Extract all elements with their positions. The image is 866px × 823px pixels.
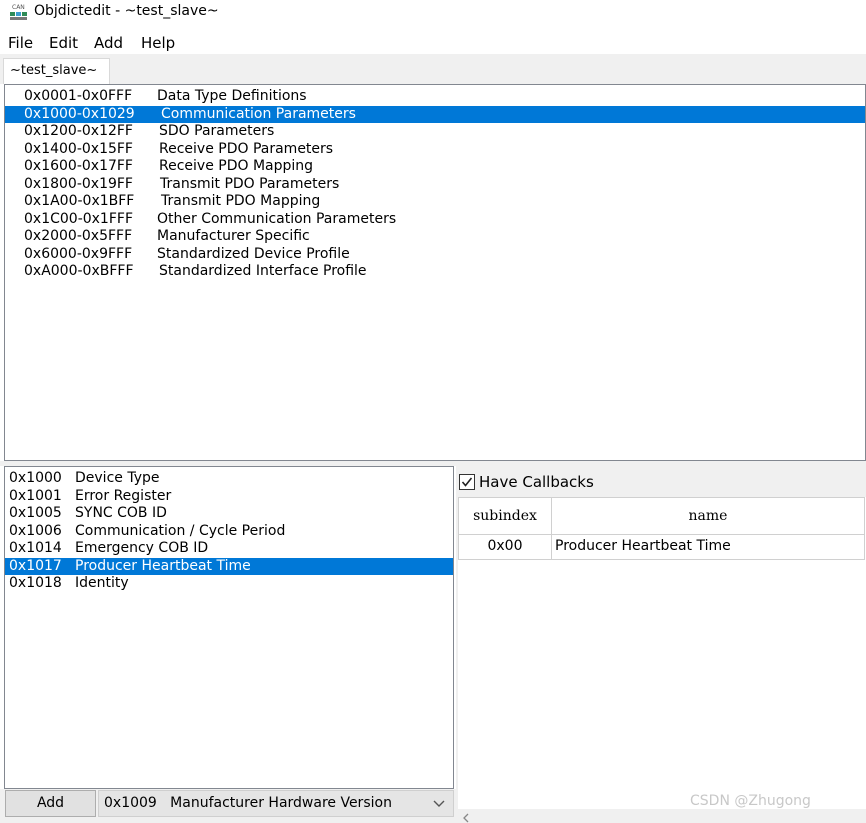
range-row[interactable]: 0xA000-0xBFFF Standardized Interface Pro… xyxy=(5,263,865,281)
range-row[interactable]: 0x0001-0x0FFF Data Type Definitions xyxy=(5,88,865,106)
range-id: 0x0001-0x0FFF xyxy=(24,88,133,104)
range-name: Manufacturer Specific xyxy=(157,228,310,244)
table-row[interactable]: 0x00 Producer Heartbeat Time xyxy=(458,535,866,560)
index-name: Device Type xyxy=(75,470,160,486)
index-name: Error Register xyxy=(75,487,172,504)
range-name: Transmit PDO Mapping xyxy=(161,193,321,209)
index-id: 0x1001 xyxy=(9,487,62,504)
range-id: 0x6000-0x9FFF xyxy=(24,245,133,262)
range-name: Standardized Device Profile xyxy=(157,245,350,262)
have-callbacks-label: Have Callbacks xyxy=(479,473,594,491)
index-row-selected[interactable]: 0x1017 Producer Heartbeat Time xyxy=(5,557,453,575)
index-range-list[interactable]: 0x0001-0x0FFF Data Type Definitions 0x10… xyxy=(4,84,866,461)
index-id: 0x1006 xyxy=(9,522,62,539)
range-row[interactable]: 0x1A00-0x1BFF Transmit PDO Mapping xyxy=(5,193,865,211)
tab-test-slave[interactable]: ~test_slave~ xyxy=(3,58,110,84)
column-header-name[interactable]: name xyxy=(551,497,865,535)
add-index-bar: Add 0x1009 Manufacturer Hardware Version xyxy=(0,789,456,823)
menu-add[interactable]: Add xyxy=(94,34,123,52)
range-id: 0x1200-0x12FF xyxy=(24,123,133,139)
index-name: Communication / Cycle Period xyxy=(75,522,286,539)
menu-help[interactable]: Help xyxy=(141,34,175,52)
range-id: 0x1800-0x19FF xyxy=(24,175,133,192)
index-id: 0x1017 xyxy=(9,557,62,574)
range-name: Receive PDO Parameters xyxy=(159,140,334,157)
range-name: Communication Parameters xyxy=(161,105,356,122)
horizontal-scrollbar[interactable] xyxy=(458,809,866,823)
combo-value: 0x1009 Manufacturer Hardware Version xyxy=(104,795,392,811)
range-id: 0x1400-0x15FF xyxy=(24,140,133,157)
grid-header: subindex name xyxy=(458,497,866,535)
title-bar: CAN Objdictedit - ~test_slave~ xyxy=(0,0,866,28)
chevron-down-icon[interactable] xyxy=(433,791,445,816)
range-row[interactable]: 0x1C00-0x1FFF Other Communication Parame… xyxy=(5,211,865,229)
scroll-left-icon[interactable] xyxy=(462,811,470,823)
range-name: Transmit PDO Parameters xyxy=(160,175,340,192)
range-id: 0x1000-0x1029 xyxy=(24,105,135,122)
index-row[interactable]: 0x1006 Communication / Cycle Period xyxy=(5,523,453,541)
index-row[interactable]: 0x1005 SYNC COB ID xyxy=(5,505,453,523)
index-list[interactable]: 0x1000 Device Type 0x1001 Error Register… xyxy=(4,466,454,789)
range-name: Other Communication Parameters xyxy=(157,210,397,227)
range-row[interactable]: 0x2000-0x5FFF Manufacturer Specific xyxy=(5,228,865,246)
menu-file[interactable]: File xyxy=(8,34,33,52)
range-name: Standardized Interface Profile xyxy=(159,263,367,279)
index-name: Producer Heartbeat Time xyxy=(75,557,251,574)
index-row[interactable]: 0x1014 Emergency COB ID xyxy=(5,540,453,558)
range-row[interactable]: 0x6000-0x9FFF Standardized Device Profil… xyxy=(5,246,865,264)
column-header-subindex[interactable]: subindex xyxy=(458,497,552,535)
add-button[interactable]: Add xyxy=(5,790,96,817)
index-id: 0x1014 xyxy=(9,540,62,556)
watermark: CSDN @Zhugong xyxy=(690,793,811,809)
range-id: 0x1600-0x17FF xyxy=(24,158,133,174)
menu-bar: File Edit Add Help xyxy=(0,32,866,54)
svg-text:CAN: CAN xyxy=(12,4,25,11)
range-row[interactable]: 0x1400-0x15FF Receive PDO Parameters xyxy=(5,141,865,159)
index-row[interactable]: 0x1000 Device Type xyxy=(5,470,453,488)
index-combo[interactable]: 0x1009 Manufacturer Hardware Version xyxy=(98,790,454,817)
range-id: 0xA000-0xBFFF xyxy=(24,263,134,279)
cell-subindex[interactable]: 0x00 xyxy=(458,535,552,560)
index-row[interactable]: 0x1001 Error Register xyxy=(5,488,453,506)
range-id: 0x2000-0x5FFF xyxy=(24,228,133,244)
index-name: Identity xyxy=(75,575,129,591)
index-name: Emergency COB ID xyxy=(75,540,209,556)
range-row[interactable]: 0x1200-0x12FF SDO Parameters xyxy=(5,123,865,141)
range-name: Data Type Definitions xyxy=(157,88,307,104)
range-row-selected[interactable]: 0x1000-0x1029 Communication Parameters xyxy=(5,105,865,123)
index-name: SYNC COB ID xyxy=(75,505,167,521)
range-row[interactable]: 0x1600-0x17FF Receive PDO Mapping xyxy=(5,158,865,176)
subindex-panel: Have Callbacks subindex name 0x00 Produc… xyxy=(456,466,866,823)
range-row[interactable]: 0x1800-0x19FF Transmit PDO Parameters xyxy=(5,176,865,194)
index-id: 0x1005 xyxy=(9,505,62,521)
range-name: Receive PDO Mapping xyxy=(159,158,314,174)
range-id: 0x1A00-0x1BFF xyxy=(24,193,135,209)
cell-name[interactable]: Producer Heartbeat Time xyxy=(551,535,865,560)
document-tabs: ~test_slave~ xyxy=(0,54,866,84)
can-app-icon: CAN xyxy=(7,2,29,24)
menu-edit[interactable]: Edit xyxy=(49,34,78,52)
range-name: SDO Parameters xyxy=(159,123,275,139)
index-id: 0x1000 xyxy=(9,470,62,486)
index-row[interactable]: 0x1018 Identity xyxy=(5,575,453,593)
index-id: 0x1018 xyxy=(9,575,62,591)
range-id: 0x1C00-0x1FFF xyxy=(24,210,133,227)
subindex-grid[interactable]: subindex name 0x00 Producer Heartbeat Ti… xyxy=(458,497,866,809)
have-callbacks-checkbox[interactable] xyxy=(459,474,475,490)
window-title: Objdictedit - ~test_slave~ xyxy=(34,3,219,19)
